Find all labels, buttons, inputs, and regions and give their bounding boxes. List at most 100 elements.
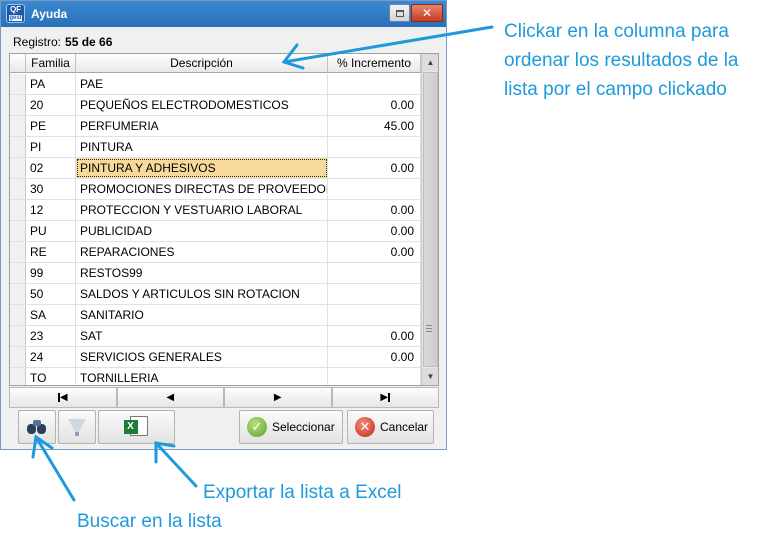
cell-descripcion[interactable]: SALDOS Y ARTICULOS SIN ROTACION [76, 284, 328, 304]
cell-familia[interactable]: 24 [26, 347, 76, 367]
cell-familia[interactable]: RE [26, 242, 76, 262]
column-header-familia[interactable]: Familia [26, 54, 76, 72]
column-header-incremento[interactable]: % Incremento [328, 54, 421, 72]
table-row[interactable]: 12 PROTECCION Y VESTUARIO LABORAL 0.00 [10, 200, 421, 221]
row-indicator[interactable] [10, 326, 26, 346]
row-indicator[interactable] [10, 95, 26, 115]
cancel-button[interactable]: ✕ Cancelar [347, 410, 434, 444]
row-indicator[interactable] [10, 158, 26, 178]
cell-descripcion[interactable]: PERFUMERIA [76, 116, 328, 136]
table-row[interactable]: 30 PROMOCIONES DIRECTAS DE PROVEEDORES [10, 179, 421, 200]
cell-familia[interactable]: 20 [26, 95, 76, 115]
cell-descripcion[interactable]: SERVICIOS GENERALES [76, 347, 328, 367]
cell-incremento[interactable] [328, 368, 421, 385]
cell-incremento[interactable]: 0.00 [328, 347, 421, 367]
cell-familia[interactable]: PI [26, 137, 76, 157]
grid-header: Familia Descripción % Incremento [10, 54, 421, 73]
title-bar[interactable]: QF gest Ayuda ✕ [1, 1, 446, 27]
scroll-up-button[interactable]: ▲ [422, 54, 438, 71]
row-indicator[interactable] [10, 284, 26, 304]
table-row[interactable]: PI PINTURA [10, 137, 421, 158]
help-dialog: QF gest Ayuda ✕ Registro: 55 de 66 Famili… [0, 0, 447, 450]
scrollbar-thumb[interactable] [423, 72, 438, 367]
table-row[interactable]: PU PUBLICIDAD 0.00 [10, 221, 421, 242]
cell-descripcion[interactable]: PEQUEÑOS ELECTRODOMESTICOS [76, 95, 328, 115]
cell-descripcion[interactable]: PUBLICIDAD [76, 221, 328, 241]
cell-incremento[interactable] [328, 179, 421, 199]
cell-incremento[interactable]: 0.00 [328, 95, 421, 115]
window-title: Ayuda [31, 7, 68, 21]
cell-incremento[interactable] [328, 305, 421, 325]
cell-familia[interactable]: 30 [26, 179, 76, 199]
last-record-button[interactable]: ▶ [331, 387, 439, 408]
table-row[interactable]: PA PAE [10, 74, 421, 95]
table-row[interactable]: 99 RESTOS99 [10, 263, 421, 284]
table-row[interactable]: 24 SERVICIOS GENERALES 0.00 [10, 347, 421, 368]
first-record-button[interactable]: ◀ [9, 387, 117, 408]
row-indicator[interactable] [10, 179, 26, 199]
cell-incremento[interactable]: 0.00 [328, 200, 421, 220]
table-row[interactable]: TO TORNILLERIA [10, 368, 421, 385]
cell-familia[interactable]: PE [26, 116, 76, 136]
cell-incremento[interactable]: 0.00 [328, 326, 421, 346]
cell-descripcion[interactable]: PROMOCIONES DIRECTAS DE PROVEEDORES [76, 179, 328, 199]
next-record-button[interactable]: ▶ [224, 387, 332, 408]
restore-button[interactable] [389, 4, 410, 22]
cell-descripcion[interactable]: PINTURA [76, 137, 328, 157]
cell-descripcion[interactable]: REPARACIONES [76, 242, 328, 262]
cell-descripcion[interactable]: PROTECCION Y VESTUARIO LABORAL [76, 200, 328, 220]
cell-incremento[interactable]: 0.00 [328, 221, 421, 241]
row-indicator[interactable] [10, 368, 26, 385]
close-button[interactable]: ✕ [411, 4, 443, 22]
cell-familia[interactable]: 02 [26, 158, 76, 178]
row-indicator[interactable] [10, 221, 26, 241]
table-row[interactable]: 50 SALDOS Y ARTICULOS SIN ROTACION [10, 284, 421, 305]
cell-familia[interactable]: SA [26, 305, 76, 325]
cell-incremento[interactable]: 45.00 [328, 116, 421, 136]
cell-descripcion[interactable]: SAT [76, 326, 328, 346]
cell-familia[interactable]: 12 [26, 200, 76, 220]
table-row[interactable]: SA SANITARIO [10, 305, 421, 326]
record-counter: Registro: 55 de 66 [13, 35, 112, 49]
table-row[interactable]: 02 PINTURA Y ADHESIVOS 0.00 [10, 158, 421, 179]
cell-incremento[interactable] [328, 263, 421, 283]
select-button[interactable]: ✓ Seleccionar [239, 410, 343, 444]
search-button[interactable] [18, 410, 56, 444]
cell-descripcion[interactable]: PAE [76, 74, 328, 94]
table-row[interactable]: 23 SAT 0.00 [10, 326, 421, 347]
table-row[interactable]: PE PERFUMERIA 45.00 [10, 116, 421, 137]
vertical-scrollbar[interactable]: ▲ ▼ [421, 54, 438, 385]
cell-descripcion[interactable]: TORNILLERIA [76, 368, 328, 385]
row-indicator[interactable] [10, 137, 26, 157]
previous-record-button[interactable]: ◀ [116, 387, 224, 408]
cell-incremento[interactable] [328, 74, 421, 94]
cell-incremento[interactable] [328, 137, 421, 157]
cell-incremento[interactable]: 0.00 [328, 158, 421, 178]
cell-familia[interactable]: 50 [26, 284, 76, 304]
restore-icon [395, 9, 404, 17]
cancel-icon: ✕ [355, 417, 375, 437]
cell-incremento[interactable]: 0.00 [328, 242, 421, 262]
table-row[interactable]: 20 PEQUEÑOS ELECTRODOMESTICOS 0.00 [10, 95, 421, 116]
row-indicator[interactable] [10, 200, 26, 220]
row-indicator[interactable] [10, 305, 26, 325]
row-indicator[interactable] [10, 74, 26, 94]
row-indicator[interactable] [10, 263, 26, 283]
table-row[interactable]: RE REPARACIONES 0.00 [10, 242, 421, 263]
row-indicator[interactable] [10, 116, 26, 136]
column-header-descripcion[interactable]: Descripción [76, 54, 328, 72]
cell-familia[interactable]: TO [26, 368, 76, 385]
cell-familia[interactable]: 99 [26, 263, 76, 283]
cell-descripcion[interactable]: SANITARIO [76, 305, 328, 325]
cell-descripcion[interactable]: PINTURA Y ADHESIVOS [76, 158, 328, 178]
cell-familia[interactable]: PU [26, 221, 76, 241]
row-indicator[interactable] [10, 347, 26, 367]
export-excel-button[interactable]: X [98, 410, 175, 444]
row-indicator[interactable] [10, 242, 26, 262]
filter-button[interactable] [58, 410, 96, 444]
cell-incremento[interactable] [328, 284, 421, 304]
cell-familia[interactable]: 23 [26, 326, 76, 346]
cell-descripcion[interactable]: RESTOS99 [76, 263, 328, 283]
cell-familia[interactable]: PA [26, 74, 76, 94]
scroll-down-button[interactable]: ▼ [422, 368, 438, 385]
